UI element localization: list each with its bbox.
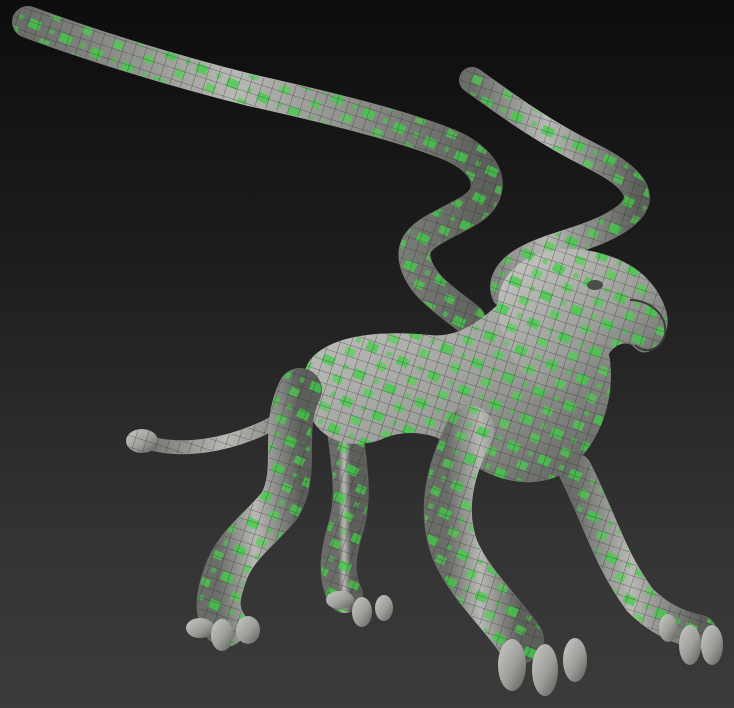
eye [587,280,603,290]
griffin-model [12,6,723,696]
front-near-foot [498,638,587,696]
near-antenna [12,6,503,336]
rear-near-foot [186,616,260,651]
head [497,249,668,395]
front-far-leg [558,453,723,665]
3d-viewport[interactable] [0,0,734,708]
rear-far-leg [320,412,393,627]
